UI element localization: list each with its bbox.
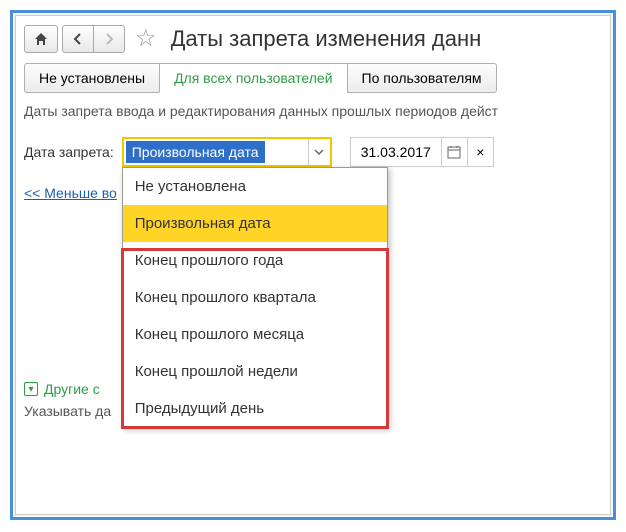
tab-bar: Не установлены Для всех пользователей По… [16, 63, 610, 93]
favorite-button[interactable]: ☆ [129, 24, 163, 53]
dropdown-menu: Не установлена Произвольная дата Конец п… [122, 167, 388, 428]
dropdown-option[interactable]: Конец прошлого месяца [123, 316, 387, 353]
dropdown-option[interactable]: Произвольная дата [123, 205, 387, 242]
date-value: 31.03.2017 [351, 144, 441, 160]
dropdown-option[interactable]: Конец прошлого квартала [123, 279, 387, 316]
section-title: Другие с [44, 381, 100, 397]
dropdown-option[interactable]: Конец прошлого года [123, 242, 387, 279]
forward-button[interactable] [93, 25, 125, 53]
tab-by-user[interactable]: По пользователям [347, 63, 497, 93]
date-type-dropdown[interactable]: Произвольная дата [122, 137, 332, 167]
tab-not-set[interactable]: Не установлены [24, 63, 160, 93]
clear-icon[interactable]: × [467, 138, 493, 166]
dropdown-option[interactable]: Предыдущий день [123, 390, 387, 427]
dropdown-option[interactable]: Конец прошлой недели [123, 353, 387, 390]
tab-all-users[interactable]: Для всех пользователей [159, 63, 347, 93]
less-link[interactable]: << Меньше во [16, 185, 125, 201]
calendar-icon[interactable] [441, 138, 467, 166]
date-input[interactable]: 31.03.2017 × [350, 137, 494, 167]
chevron-down-icon: ▾ [24, 382, 38, 396]
home-button[interactable] [24, 25, 58, 53]
dropdown-option[interactable]: Не установлена [123, 168, 387, 205]
dropdown-value: Произвольная дата [126, 141, 265, 163]
chevron-down-icon[interactable] [308, 139, 330, 165]
back-button[interactable] [62, 25, 93, 53]
date-label: Дата запрета: [24, 144, 114, 160]
page-title: Даты запрета изменения данн [171, 26, 482, 52]
description-text: Даты запрета ввода и редактирования данн… [16, 103, 610, 137]
